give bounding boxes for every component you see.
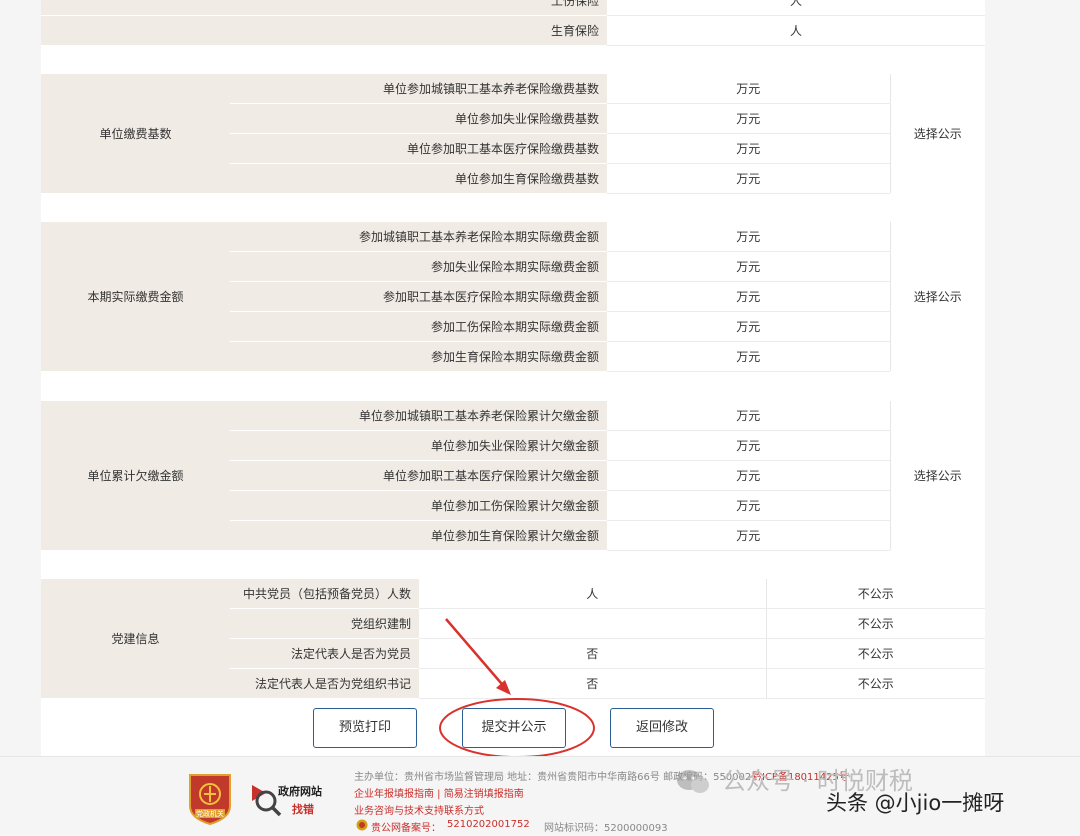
amount-input[interactable]: 万元	[607, 341, 890, 372]
publicity-select[interactable]: 不公示	[765, 608, 985, 639]
row-label: 单位参加职工基本医疗保险缴费基数	[230, 133, 607, 164]
row-label: 单位参加工伤保险累计欠缴金额	[230, 490, 607, 521]
row-label: 单位参加城镇职工基本养老保险缴费基数	[230, 74, 607, 104]
row-value: 人	[607, 15, 985, 46]
amount-input[interactable]: 万元	[607, 251, 890, 282]
table-row: 工伤保险人	[41, 0, 985, 16]
footer-support-link[interactable]: 业务咨询与技术支持联系方式	[354, 802, 484, 817]
arrears-table: 单位累计欠缴金额 单位参加城镇职工基本养老保险累计欠缴金额 万元 选择公示 单位参加失业…	[41, 401, 985, 551]
group-title: 党建信息	[41, 579, 230, 699]
amount-input[interactable]: 万元	[607, 460, 890, 491]
table-row: 本期实际缴费金额 参加城镇职工基本养老保险本期实际缴费金额 万元 选择公示	[41, 222, 985, 372]
party-value[interactable]: 否	[419, 638, 766, 669]
badge-text: 党政机关	[196, 810, 224, 818]
amount-input[interactable]: 万元	[607, 103, 890, 134]
actual-payment-table: 本期实际缴费金额 参加城镇职工基本养老保险本期实际缴费金额 万元 选择公示 参加失业保险…	[41, 222, 985, 372]
amount-input[interactable]: 万元	[607, 520, 890, 551]
row-label: 参加职工基本医疗保险本期实际缴费金额	[230, 281, 607, 312]
table-row: 单位累计欠缴金额 单位参加城镇职工基本养老保险累计欠缴金额 万元 选择公示	[41, 401, 985, 551]
wechat-icon	[677, 770, 709, 793]
footer-guide-links[interactable]: 企业年报填报指南 | 简易注销填报指南	[354, 785, 524, 800]
publicity-select[interactable]: 不公示	[765, 668, 985, 699]
party-value[interactable]	[419, 608, 766, 639]
publicity-select[interactable]: 不公示	[765, 579, 985, 609]
table-row: 党建信息 中共党员（包括预备党员）人数人不公示	[41, 579, 985, 699]
row-label: 参加城镇职工基本养老保险本期实际缴费金额	[230, 222, 607, 252]
row-label: 参加工伤保险本期实际缴费金额	[230, 311, 607, 342]
party-value[interactable]: 人	[419, 579, 766, 609]
row-label: 法定代表人是否为党员	[230, 638, 419, 669]
watermark-author: 头条 @小jio一摊呀	[826, 791, 1005, 815]
amount-input[interactable]: 万元	[607, 163, 890, 194]
gov-site-error-link[interactable]: 政府网站 找错	[248, 779, 332, 821]
row-label: 单位参加失业保险缴费基数	[230, 103, 607, 134]
amount-input[interactable]: 万元	[607, 401, 890, 431]
row-label: 单位参加生育保险累计欠缴金额	[230, 520, 607, 551]
gov-site-sub: 找错	[292, 803, 314, 816]
row-label: 中共党员（包括预备党员）人数	[230, 579, 419, 609]
row-value: 人	[607, 0, 985, 16]
row-label: 工伤保险	[41, 0, 607, 16]
publicity-select[interactable]: 不公示	[765, 638, 985, 669]
row-label: 单位参加职工基本医疗保险累计欠缴金额	[230, 460, 607, 491]
publicity-select[interactable]: 选择公示	[889, 222, 985, 372]
site-id: 网站标识码：5200000093	[544, 823, 668, 834]
amount-input[interactable]: 万元	[607, 133, 890, 164]
back-edit-button[interactable]: 返回修改	[610, 708, 714, 748]
payment-base-table: 单位缴费基数 单位参加城镇职工基本养老保险缴费基数 万元 选择公示 单位参加失业保险缴费…	[41, 74, 985, 194]
row-label: 法定代表人是否为党组织书记	[230, 668, 419, 699]
group-title: 本期实际缴费金额	[41, 222, 230, 372]
police-record-label: 贵公网备案号：	[371, 823, 441, 834]
insurance-headcount-table: 工伤保险人生育保险人	[41, 0, 985, 46]
row-label: 党组织建制	[230, 608, 419, 639]
amount-input[interactable]: 万元	[607, 281, 890, 312]
party-value[interactable]: 否	[419, 668, 766, 699]
police-record-number[interactable]: 5210202001752	[447, 819, 530, 830]
row-label: 单位参加城镇职工基本养老保险累计欠缴金额	[230, 401, 607, 431]
preview-print-button[interactable]: 预览打印	[313, 708, 417, 748]
amount-input[interactable]: 万元	[607, 430, 890, 461]
amount-input[interactable]: 万元	[607, 74, 890, 104]
publicity-select[interactable]: 选择公示	[889, 74, 985, 194]
site-footer: 党政机关 政府网站 找错 主办单位：贵州省市场监督管理局 地址：贵州省贵阳市中华…	[0, 756, 1080, 836]
party-info-table: 党建信息 中共党员（包括预备党员）人数人不公示 党组织建制 不公示 法定代表人是否为党员…	[41, 579, 985, 699]
table-row: 生育保险人	[41, 15, 985, 46]
group-title: 单位缴费基数	[41, 74, 230, 194]
row-label: 参加失业保险本期实际缴费金额	[230, 251, 607, 282]
group-title: 单位累计欠缴金额	[41, 401, 230, 551]
row-label: 单位参加失业保险累计欠缴金额	[230, 430, 607, 461]
row-label: 生育保险	[41, 15, 607, 46]
row-label: 参加生育保险本期实际缴费金额	[230, 341, 607, 372]
submit-publish-button[interactable]: 提交并公示	[462, 708, 566, 748]
amount-input[interactable]: 万元	[607, 222, 890, 252]
table-row: 单位缴费基数 单位参加城镇职工基本养老保险缴费基数 万元 选择公示	[41, 74, 985, 194]
row-label: 单位参加生育保险缴费基数	[230, 163, 607, 194]
publicity-select[interactable]: 选择公示	[889, 401, 985, 551]
police-badge-icon	[356, 819, 368, 831]
amount-input[interactable]: 万元	[607, 311, 890, 342]
amount-input[interactable]: 万元	[607, 490, 890, 521]
gov-site-title: 政府网站	[278, 785, 322, 798]
